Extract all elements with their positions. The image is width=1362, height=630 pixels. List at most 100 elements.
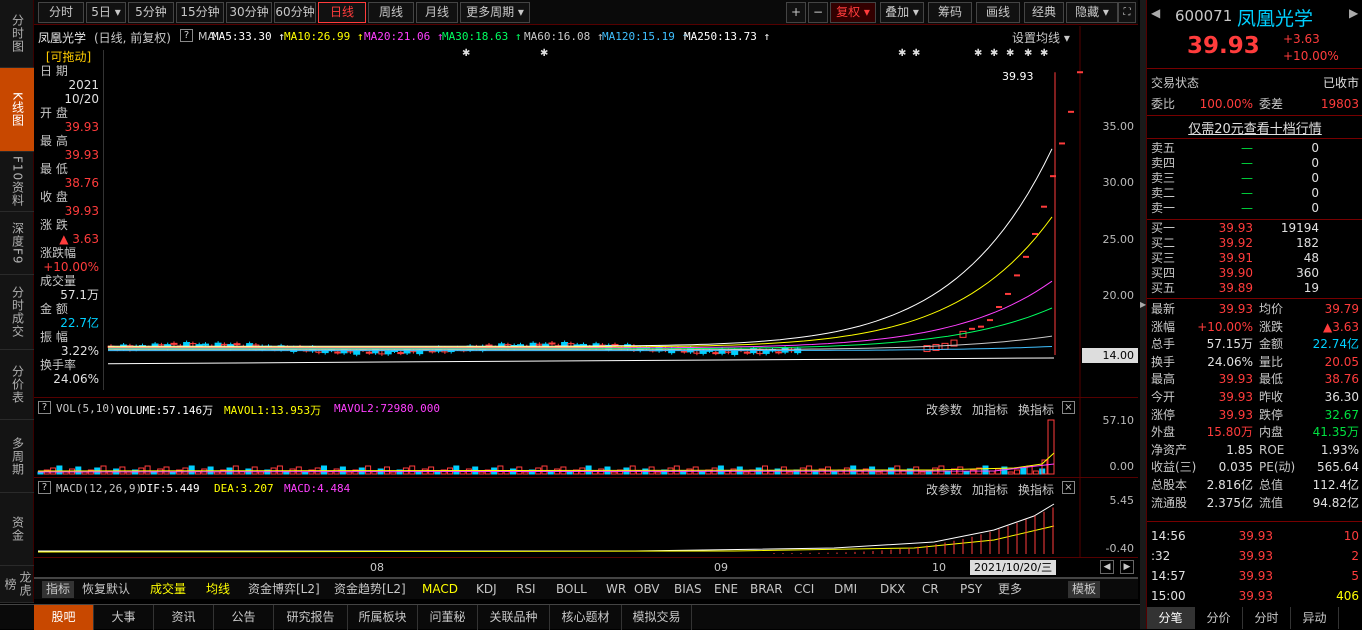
period-tab-6[interactable]: 日线 [318, 2, 366, 23]
footer-tab-0[interactable]: 股吧 [34, 605, 94, 630]
indicator-tab-18[interactable]: CR [922, 581, 939, 598]
macd-panel[interactable]: ? MACD(12,26,9) DIF:5.449 DEA:3.207 MACD… [34, 478, 1138, 558]
volume-panel[interactable]: ? VOL(5,10) VOLUME:57.146万 MAVOL1:13.953… [34, 398, 1138, 478]
nav-item-0[interactable]: 分时图 [0, 0, 34, 68]
indicator-tab-9[interactable]: BOLL [556, 581, 587, 598]
period-tab-2[interactable]: 5分钟 [128, 2, 174, 23]
footer-tab-3[interactable]: 公告 [214, 605, 274, 630]
stat-row-6: 涨停 39.93 跌停 32.67 [1151, 407, 1359, 422]
nav-item-5[interactable]: 分价表 [0, 350, 34, 420]
indicator-tab-8[interactable]: RSI [516, 581, 536, 598]
kline-chart[interactable]: ✱ ✱ ✱ ✱ ✱ ✱ ✱ ✱ ✱ 凤凰光学 (日线, 前复权) ? MA MA5:33.30 … [34, 26, 1138, 398]
toolbar-btn-7[interactable]: 隐藏 ▾ [1066, 2, 1118, 23]
toolbar-btn-3[interactable]: 叠加 ▾ [880, 2, 924, 23]
footer-tab-7[interactable]: 关联品种 [478, 605, 550, 630]
vol-change-param-button[interactable]: 改参数 [926, 401, 962, 418]
indicator-tab-21[interactable]: 模板 [1068, 581, 1101, 598]
sell-row-2[interactable]: 卖三 —0 [1147, 171, 1362, 186]
vol-close-icon[interactable]: × [1062, 401, 1075, 414]
back-icon[interactable]: ◀ [1151, 6, 1160, 20]
indicator-tab-3[interactable]: 均线 [206, 581, 230, 598]
indicator-tab-15[interactable]: CCI [794, 581, 814, 598]
macd-dif: DIF:5.449 [140, 482, 200, 495]
footer-tab-2[interactable]: 资讯 [154, 605, 214, 630]
footer-tab-4[interactable]: 研究报告 [274, 605, 348, 630]
indicator-tab-0[interactable]: 指标 [42, 581, 75, 598]
forward-icon[interactable]: ▶ [1349, 6, 1358, 20]
indicator-tab-2[interactable]: 成交量 [150, 581, 186, 598]
indicator-tab-10[interactable]: WR [606, 581, 626, 598]
ten-level-link[interactable]: 仅需20元查看十档行情 [1147, 118, 1362, 137]
indicator-tab-14[interactable]: BRAR [750, 581, 783, 598]
toolbar-btn-6[interactable]: 经典 [1024, 2, 1064, 23]
buy-row-1[interactable]: 买二 39.92 182 [1147, 236, 1362, 251]
toolbar-btn-2[interactable]: 复权 ▾ [830, 2, 876, 23]
drag-hint[interactable]: [可拖动] [34, 50, 103, 64]
vol-add-indicator-button[interactable]: 加指标 [972, 401, 1008, 418]
macd-add-indicator-button[interactable]: 加指标 [972, 481, 1008, 498]
period-tab-9[interactable]: 更多周期 ▾ [460, 2, 530, 23]
period-tab-4[interactable]: 30分钟 [226, 2, 272, 23]
indicator-tab-1[interactable]: 恢复默认 [82, 581, 130, 598]
buy-row-3[interactable]: 买四 39.90 360 [1147, 266, 1362, 281]
footer-tab-6[interactable]: 问董秘 [418, 605, 478, 630]
period-tab-5[interactable]: 60分钟 [274, 2, 316, 23]
quote-tab-3[interactable]: 异动 [1291, 607, 1339, 629]
nav-item-6[interactable]: 多周期 [0, 420, 34, 493]
stock-code: 600071 [1175, 7, 1233, 25]
footer-tab-1[interactable]: 大事 [94, 605, 154, 630]
toolbar-btn-0[interactable]: + [786, 2, 806, 23]
ma-settings-button[interactable]: 设置均线 ▾ [1012, 29, 1070, 46]
period-tab-8[interactable]: 月线 [416, 2, 458, 23]
sell-row-3[interactable]: 卖二 —0 [1147, 186, 1362, 201]
sell-row-1[interactable]: 卖四 —0 [1147, 156, 1362, 171]
quote-tab-1[interactable]: 分价 [1195, 607, 1243, 629]
indicator-tab-4[interactable]: 资金博弈[L2] [248, 581, 320, 598]
buy-row-4[interactable]: 买五 39.89 19 [1147, 281, 1362, 296]
svg-text:✱: ✱ [1024, 48, 1032, 59]
buy-row-2[interactable]: 买三 39.91 48 [1147, 251, 1362, 266]
nav-item-1[interactable]: K线图 [0, 68, 34, 152]
indicator-tab-13[interactable]: ENE [714, 581, 738, 598]
quote-tab-0[interactable]: 分笔 [1147, 607, 1195, 629]
candle-info-panel[interactable]: [可拖动] 日 期 2021 10/20 开 盘 39.93 最 高 39.93… [34, 50, 104, 390]
sell-row-4[interactable]: 卖一 —0 [1147, 201, 1362, 216]
toolbar-btn-4[interactable]: 筹码 [928, 2, 972, 23]
indicator-tab-7[interactable]: KDJ [476, 581, 497, 598]
macd-switch-indicator-button[interactable]: 换指标 [1018, 481, 1054, 498]
indicator-tab-16[interactable]: DMI [834, 581, 857, 598]
footer-tab-9[interactable]: 模拟交易 [622, 605, 692, 630]
indicator-tab-12[interactable]: BIAS [674, 581, 702, 598]
buy-row-0[interactable]: 买一 39.93 19194 [1147, 221, 1362, 236]
macd-change-param-button[interactable]: 改参数 [926, 481, 962, 498]
macd-close-icon[interactable]: × [1062, 481, 1075, 494]
sell-row-0[interactable]: 卖五 —0 [1147, 141, 1362, 156]
toolbar-btn-1[interactable]: − [808, 2, 828, 23]
period-tab-1[interactable]: 5日 ▾ [86, 2, 126, 23]
indicator-tab-19[interactable]: PSY [960, 581, 982, 598]
quote-tab-2[interactable]: 分时 [1243, 607, 1291, 629]
indicator-tab-17[interactable]: DKX [880, 581, 905, 598]
indicator-tab-6[interactable]: MACD [422, 581, 458, 598]
indicator-tab-11[interactable]: OBV [634, 581, 660, 598]
nav-item-4[interactable]: 分时成交 [0, 275, 34, 350]
scroll-right-icon[interactable]: ▶ [1120, 560, 1134, 574]
period-tab-3[interactable]: 15分钟 [176, 2, 224, 23]
vol-help-icon[interactable]: ? [38, 401, 51, 414]
period-tab-7[interactable]: 周线 [368, 2, 414, 23]
indicator-tab-5[interactable]: 资金趋势[L2] [334, 581, 406, 598]
indicator-tab-20[interactable]: 更多 [998, 581, 1022, 598]
nav-item-7[interactable]: 资金 [0, 493, 34, 566]
footer-tab-8[interactable]: 核心题材 [550, 605, 622, 630]
macd-help-icon[interactable]: ? [38, 481, 51, 494]
vol-switch-indicator-button[interactable]: 换指标 [1018, 401, 1054, 418]
footer-tab-5[interactable]: 所属板块 [348, 605, 418, 630]
help-icon[interactable]: ? [180, 29, 193, 42]
fullscreen-icon[interactable]: ⛶ [1118, 2, 1136, 23]
nav-item-3[interactable]: 深度F9 [0, 212, 34, 275]
nav-item-8[interactable]: 龙虎榜 [0, 566, 34, 603]
nav-item-2[interactable]: F10资料 [0, 152, 34, 212]
period-tab-0[interactable]: 分时 [38, 2, 84, 23]
toolbar-btn-5[interactable]: 画线 [976, 2, 1020, 23]
scroll-left-icon[interactable]: ◀ [1100, 560, 1114, 574]
